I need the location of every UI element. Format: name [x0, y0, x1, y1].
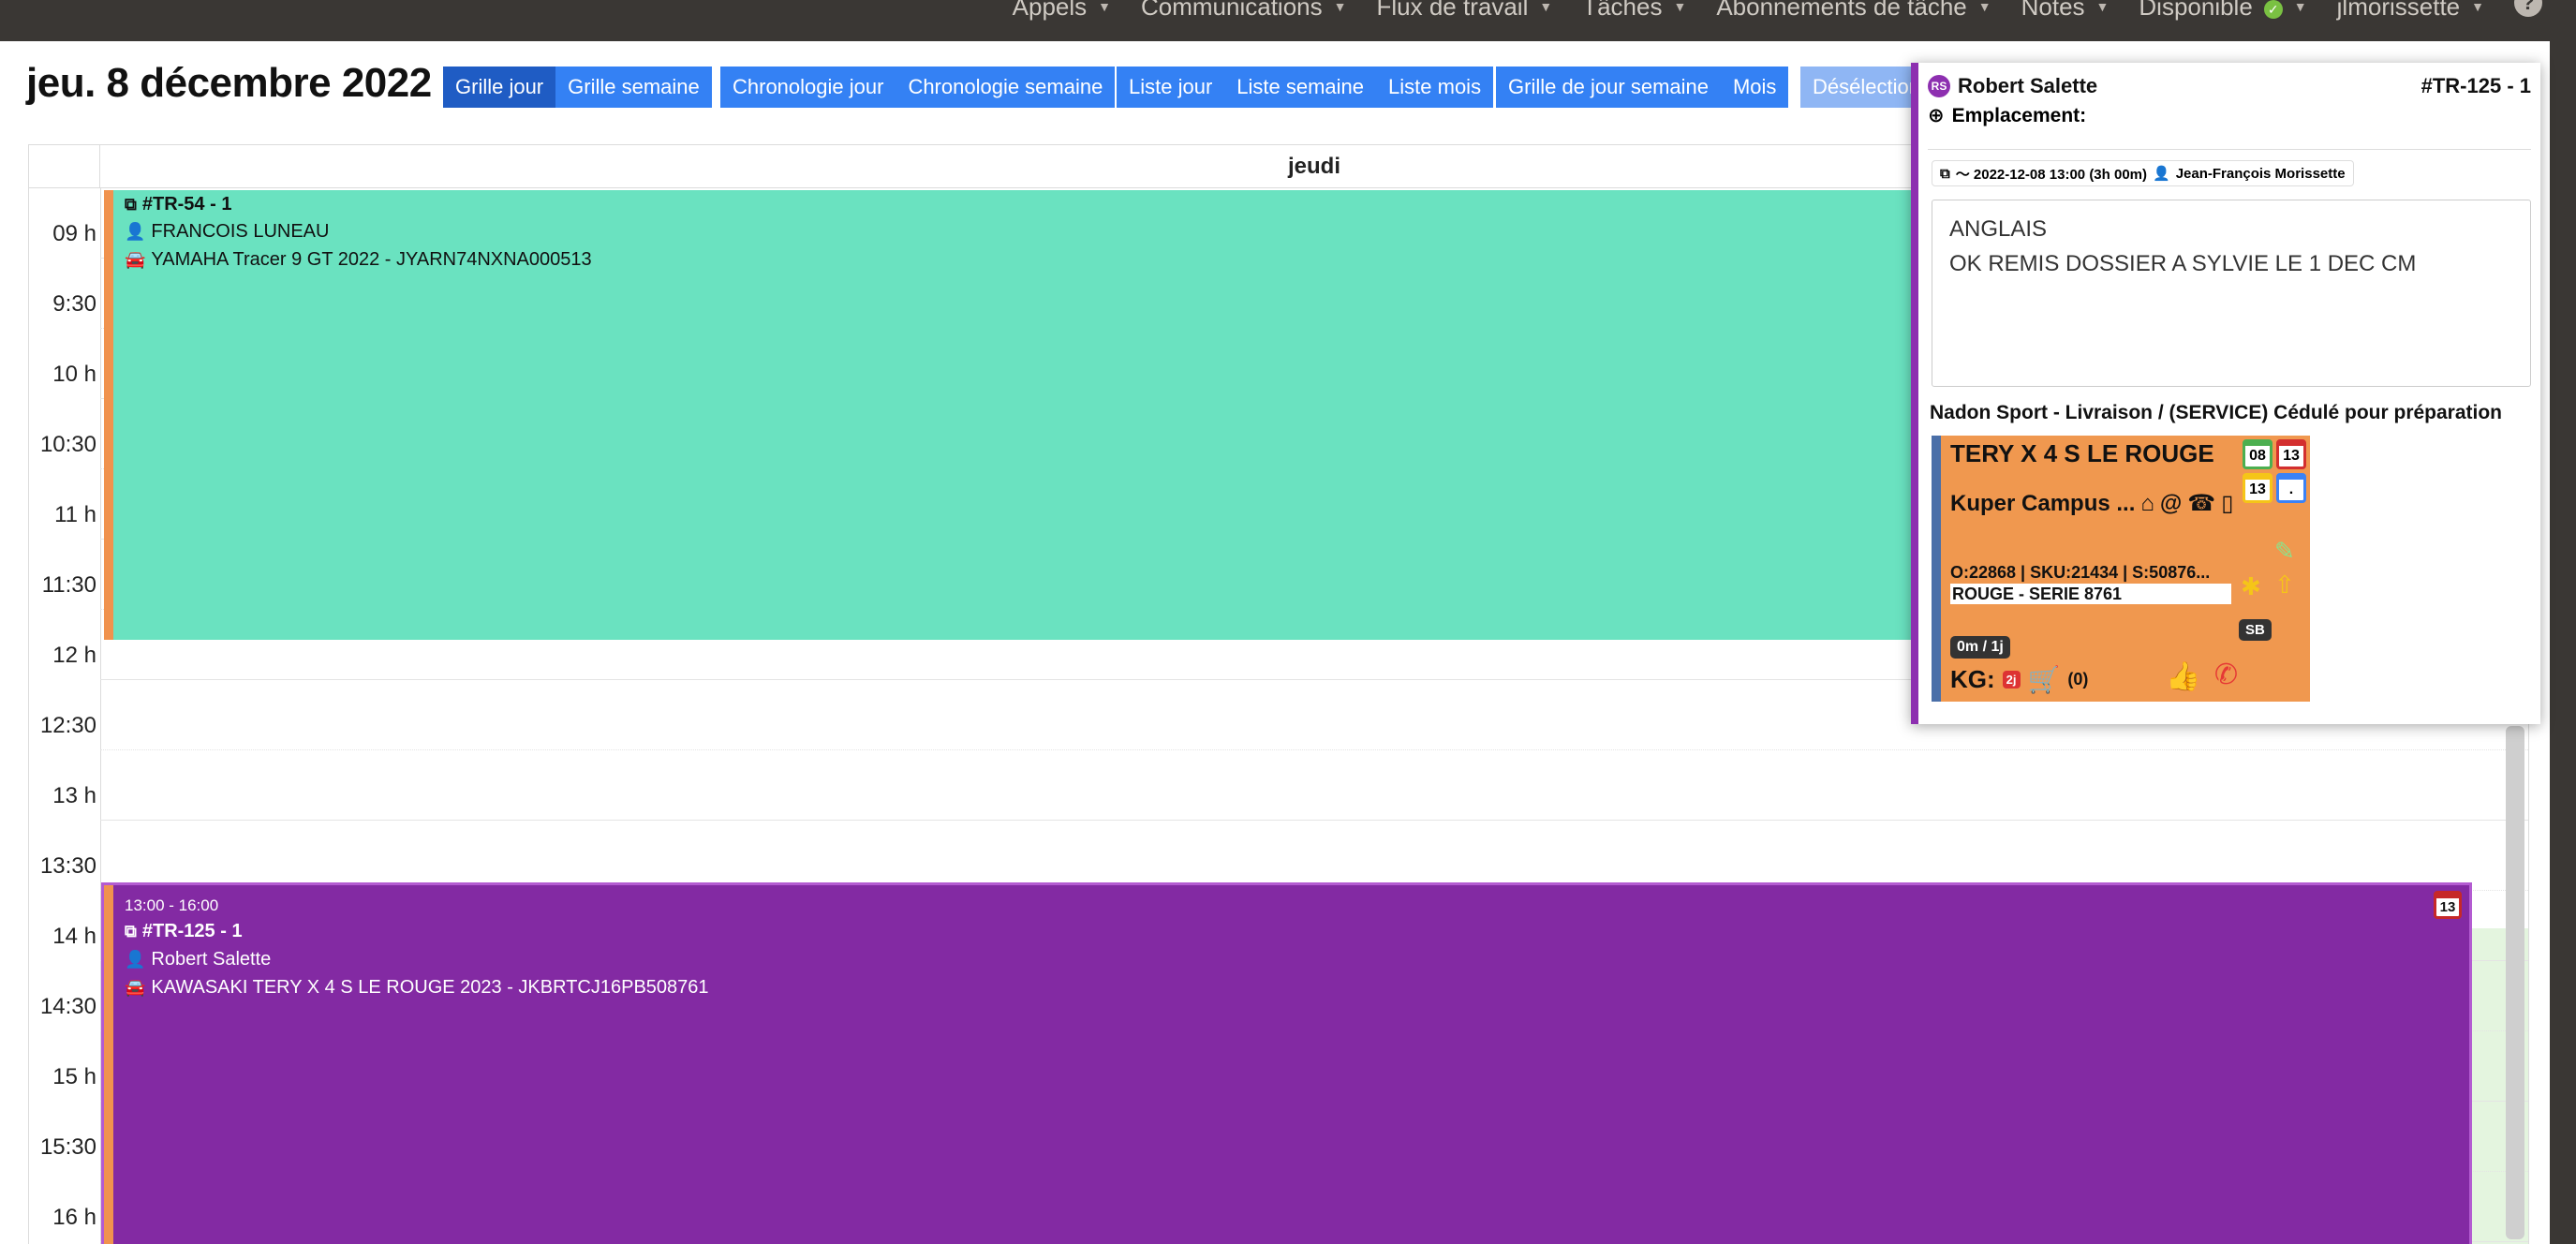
- card-title: TERY X 4 S LE ROUGE: [1950, 439, 2214, 467]
- view-grille-jour-semaine-button[interactable]: Grille de jour semaine: [1496, 67, 1721, 108]
- view-liste-semaine-button[interactable]: Liste semaine: [1224, 67, 1377, 108]
- event-tr-125[interactable]: 13:00 - 16:00 ⧉ #TR-125 - 1 👤 Robert Salet…: [101, 882, 2472, 1244]
- puzzle-icon[interactable]: ✱: [2241, 572, 2261, 601]
- person-icon: 👤: [125, 950, 146, 969]
- notes-textarea[interactable]: ANGLAIS OK REMIS DOSSIER A SYLVIE LE 1 D…: [1932, 200, 2531, 387]
- calendar-yellow-icon: 13: [2243, 473, 2273, 503]
- duration-badge: 0m / 1j: [1950, 636, 2010, 659]
- external-link-icon[interactable]: ⧉: [125, 922, 137, 941]
- sb-badge: SB: [2239, 619, 2272, 641]
- view-mois-button[interactable]: Mois: [1720, 67, 1789, 108]
- chevron-down-icon: ▼: [1539, 0, 1553, 14]
- view-grille-jour-button[interactable]: Grille jour: [443, 67, 556, 108]
- divider: [1928, 149, 2531, 150]
- task-card[interactable]: TERY X 4 S LE ROUGE Kuper Campus ... ⌂ @…: [1932, 436, 2310, 702]
- card-serie: ROUGE - SERIE 8761: [1950, 584, 2231, 604]
- view-liste-jour-button[interactable]: Liste jour: [1117, 67, 1225, 108]
- card-customer: Kuper Campus ...: [1950, 490, 2136, 516]
- pencil-icon[interactable]: ✎: [2274, 537, 2295, 566]
- top-nav-menu: Appels ▼ Communications ▼ Flux de travail ▼…: [1013, 0, 2542, 37]
- nav-user[interactable]: jlmorissette ▼: [2337, 0, 2484, 19]
- check-circle-icon: ✓: [2263, 0, 2283, 19]
- external-link-icon: ⧉: [1940, 165, 1950, 182]
- workflow-label: Nadon Sport - Livraison / (SERVICE) Cédu…: [1930, 402, 2503, 423]
- thumbs-icon[interactable]: 👍: [2166, 660, 2200, 693]
- scrollbar[interactable]: [2506, 726, 2524, 1239]
- home-icon[interactable]: ⌂: [2140, 491, 2154, 517]
- view-liste-mois-button[interactable]: Liste mois: [1376, 67, 1494, 108]
- popover-ref: #TR-125 - 1: [2421, 74, 2531, 97]
- chevron-down-icon: ▼: [1333, 0, 1347, 14]
- nav-status[interactable]: Disponible ✓ ▼: [2139, 0, 2307, 19]
- view-chronologie-jour-button[interactable]: Chronologie jour: [720, 67, 896, 108]
- view-chronologie-semaine-button[interactable]: Chronologie semaine: [896, 67, 1116, 108]
- arrow-up-icon[interactable]: ⇧: [2274, 570, 2295, 600]
- days-badge: 2j: [2002, 671, 2021, 689]
- top-navbar: Appels ▼ Communications ▼ Flux de travail ▼…: [0, 0, 2576, 37]
- chevron-down-icon: ▼: [2095, 0, 2110, 14]
- time-gutter-header: [29, 145, 100, 188]
- chevron-down-icon: ▼: [2293, 0, 2307, 14]
- view-group-grid: Grille jour Grille semaine: [443, 67, 712, 108]
- page-title: jeu. 8 décembre 2022: [26, 60, 432, 106]
- view-group-timeline: Chronologie jour Chronologie semaine: [720, 67, 1116, 108]
- view-grille-semaine-button[interactable]: Grille semaine: [555, 67, 712, 108]
- nav-notes[interactable]: Notes ▼: [2021, 0, 2110, 19]
- chevron-down-icon: ▼: [1977, 0, 1991, 14]
- car-icon: 🚘: [125, 978, 146, 997]
- location-row: ⊕ Emplacement:: [1928, 104, 2087, 127]
- cart-icon[interactable]: 🛒: [2028, 664, 2061, 695]
- calendar-blue-icon: .: [2276, 473, 2306, 503]
- chevron-down-icon: ▼: [1673, 0, 1687, 14]
- person-icon: 👤: [2153, 166, 2170, 182]
- cart-count: (0): [2067, 670, 2089, 689]
- time-slot[interactable]: 13 h: [29, 750, 2528, 821]
- external-link-icon[interactable]: ⧉: [125, 195, 137, 215]
- phone-red-icon[interactable]: ✆: [2214, 659, 2238, 691]
- mobile-icon[interactable]: ▯: [2221, 490, 2233, 517]
- email-icon[interactable]: @: [2160, 491, 2182, 517]
- kg-row: KG: 2j 🛒 (0): [1950, 664, 2089, 695]
- calendar-red-icon: 13: [2276, 439, 2306, 469]
- view-group-list: Liste jour Liste semaine Liste mois: [1117, 67, 1494, 108]
- calendar-date-icon: 13: [2434, 891, 2462, 919]
- card-codes: O:22868 | SKU:21434 | S:50876...: [1950, 563, 2211, 582]
- car-icon: 🚘: [125, 250, 146, 269]
- view-group-other: Grille de jour semaine Mois: [1496, 67, 1789, 108]
- schedule-tag[interactable]: ⧉ 〜 2022-12-08 13:00 (3h 00m) 👤 Jean-Fra…: [1932, 160, 2354, 186]
- nav-abonnements[interactable]: Abonnements de tâche ▼: [1716, 0, 1991, 19]
- event-detail-popover: RS Robert Salette #TR-125 - 1 ⊕ Emplacem…: [1911, 63, 2540, 724]
- popover-header: RS Robert Salette #TR-125 - 1: [1928, 72, 2531, 100]
- chevron-down-icon: ▼: [2471, 0, 2484, 14]
- time-slot[interactable]: 13:30: [29, 821, 2528, 891]
- nav-communications[interactable]: Communications ▼: [1141, 0, 1347, 19]
- nav-flux-de-travail[interactable]: Flux de travail ▼: [1377, 0, 1553, 19]
- chevron-down-icon: ▼: [1098, 0, 1111, 14]
- calendar-green-icon: 08: [2243, 439, 2273, 469]
- person-icon: 👤: [125, 222, 146, 241]
- nav-appels[interactable]: Appels ▼: [1013, 0, 1111, 19]
- popover-customer-name: Robert Salette: [1958, 74, 2098, 97]
- phone-icon[interactable]: ☎: [2187, 490, 2215, 517]
- nav-taches[interactable]: Tâches ▼: [1582, 0, 1687, 19]
- event-time: 13:00 - 16:00: [125, 896, 219, 914]
- avatar: RS: [1928, 75, 1950, 97]
- help-icon[interactable]: ?: [2514, 0, 2542, 17]
- location-pin-icon: ⊕: [1928, 105, 1945, 126]
